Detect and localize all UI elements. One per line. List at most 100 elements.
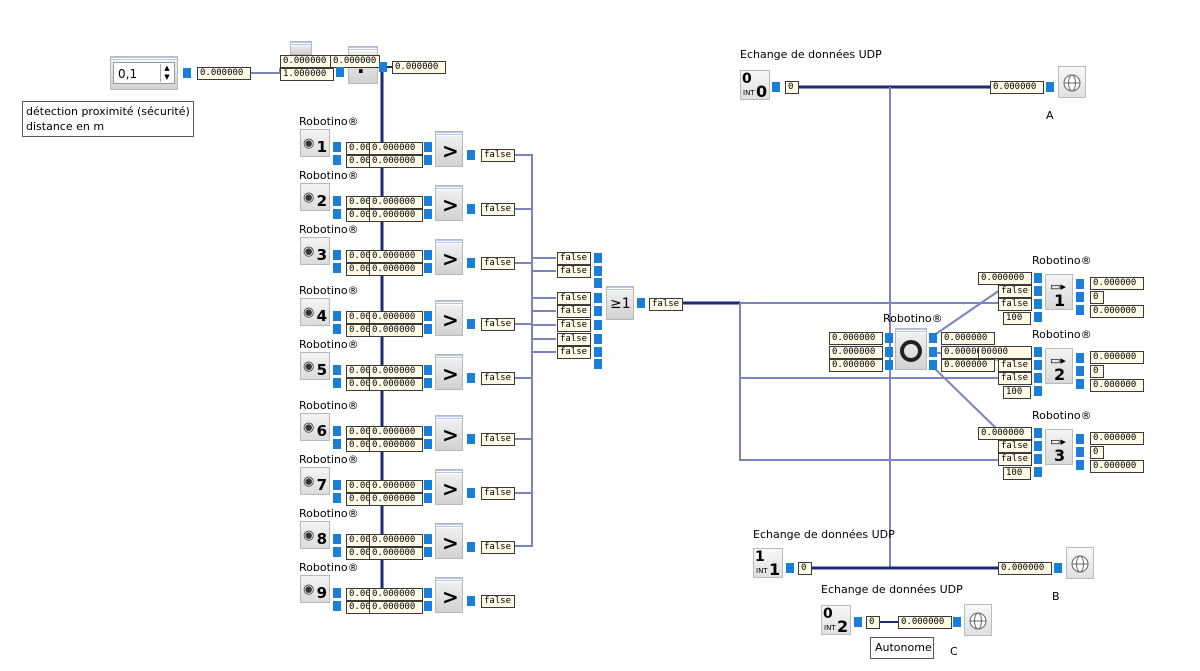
port <box>424 480 432 490</box>
compare-op: > <box>442 362 459 386</box>
block-header <box>436 301 462 305</box>
udp-top-label: A <box>1046 109 1054 122</box>
sensor-a-short: 0.00 <box>346 142 370 155</box>
motor-label: Robotino® <box>1032 409 1092 422</box>
sensor-b-value: 0.000000 <box>369 209 423 222</box>
port <box>467 373 475 383</box>
sensor-a-short: 0.00 <box>346 250 370 263</box>
port <box>594 278 602 288</box>
udp-mid-value: 0 <box>798 562 812 575</box>
compare-block: > <box>435 469 463 505</box>
compare-op: > <box>442 193 459 217</box>
note-box: détection proximité (sécurité) distance … <box>22 101 194 137</box>
port <box>333 426 341 436</box>
sensor-label: Robotino® <box>299 169 359 182</box>
compare-op: > <box>442 423 459 447</box>
or-input-value: false <box>557 292 591 305</box>
port <box>594 293 602 303</box>
udp-bot-label: C <box>950 645 958 658</box>
sensor-a-value: 0.000000 <box>369 311 423 324</box>
port <box>336 67 344 77</box>
udp-bot-int: INT <box>824 624 836 632</box>
omni-wheel-icon <box>900 340 922 362</box>
sensor-a-short: 0.00 <box>346 588 370 601</box>
port <box>424 196 432 206</box>
sensor-a-value: 0.000000 <box>369 250 423 263</box>
port <box>333 263 341 273</box>
sensor-b-short: 0.00 <box>346 547 370 560</box>
sensor-number: 3 <box>316 246 327 264</box>
sensor-block[interactable]: ◉ 6 <box>300 413 330 441</box>
proximity-sensor-icon: ◉ <box>303 474 315 489</box>
motor-out-1: 0.000000 <box>1090 351 1144 364</box>
proximity-sensor-icon: ◉ <box>303 528 315 543</box>
port <box>1076 460 1084 470</box>
sensor-a-value: 0.000000 <box>369 588 423 601</box>
port <box>594 359 602 369</box>
or-gate-block: ≥1 <box>606 286 634 320</box>
sensor-a-short: 0.00 <box>346 426 370 439</box>
sensor-label: Robotino® <box>299 561 359 574</box>
proximity-sensor-icon: ◉ <box>303 136 315 151</box>
port <box>333 493 341 503</box>
sensor-a-value: 0.000000 <box>369 480 423 493</box>
udp-mid-icon[interactable]: 1 INT 1 <box>753 548 783 579</box>
port <box>424 142 432 152</box>
note-line-1: détection proximité (sécurité) <box>26 105 190 118</box>
sensor-b-short: 0.00 <box>346 263 370 276</box>
udp-top-icon[interactable]: 0 INT 0 <box>740 70 770 101</box>
motor-out-3: 0.000000 <box>1090 460 1144 473</box>
globe-icon[interactable] <box>964 604 992 636</box>
block-header <box>436 578 462 582</box>
motor-block[interactable]: ▭▸ 1 <box>1045 274 1073 310</box>
udp-mid-zero: 1 <box>755 549 765 565</box>
motor-block[interactable]: ▭▸ 2 <box>1045 348 1073 384</box>
compare-result: false <box>481 433 515 446</box>
udp-bot-icon[interactable]: 0 INT 2 <box>821 605 851 636</box>
globe-icon[interactable] <box>1058 66 1086 98</box>
port <box>1034 273 1042 283</box>
block-header <box>436 355 462 359</box>
sensor-a-short: 0.00 <box>346 534 370 547</box>
sensor-block[interactable]: ◉ 2 <box>300 183 330 211</box>
sensor-b-short: 0.00 <box>346 493 370 506</box>
motor-in-value: 0.000000 <box>978 427 1032 440</box>
motor-speed: 100 <box>1003 312 1031 325</box>
spin-arrows-icon[interactable]: ▲ ▼ <box>160 64 173 82</box>
motor-block[interactable]: ▭▸ 3 <box>1045 429 1073 465</box>
compare-block: > <box>435 577 463 613</box>
sensor-block[interactable]: ◉ 7 <box>300 467 330 495</box>
sensor-number: 5 <box>316 361 327 379</box>
or-input-value: false <box>557 265 591 278</box>
sensor-block[interactable]: ◉ 5 <box>300 352 330 380</box>
port <box>772 82 780 92</box>
sensor-block[interactable]: ◉ 4 <box>300 298 330 326</box>
port <box>467 434 475 444</box>
motor-speed: 100 <box>1003 467 1031 480</box>
sensor-b-short: 0.00 <box>346 155 370 168</box>
sensor-b-value: 0.000000 <box>369 439 423 452</box>
udp-bot-value: 0 <box>866 616 880 629</box>
port <box>333 324 341 334</box>
port <box>424 209 432 219</box>
compare-block: > <box>435 131 463 167</box>
sensor-block[interactable]: ◉ 3 <box>300 237 330 265</box>
port <box>594 266 602 276</box>
sensor-a-value: 0.000000 <box>369 365 423 378</box>
distance-spinbox[interactable]: 0,1 ▲ ▼ <box>113 62 175 84</box>
compare-result: false <box>481 372 515 385</box>
sensor-a-short: 0.00 <box>346 196 370 209</box>
compare-result: false <box>481 257 515 270</box>
globe-icon[interactable] <box>1066 547 1094 579</box>
sensor-block[interactable]: ◉ 8 <box>300 521 330 549</box>
sensor-a-value: 0.000000 <box>369 534 423 547</box>
compare-result: false <box>481 203 515 216</box>
sensor-block[interactable]: ◉ 1 <box>300 129 330 157</box>
port <box>424 365 432 375</box>
autonome-button[interactable]: Autonome <box>870 637 934 659</box>
sensor-block[interactable]: ◉ 9 <box>300 575 330 603</box>
motor-out-3: 0.000000 <box>1090 379 1144 392</box>
compare-result: false <box>481 487 515 500</box>
sensor-b-short: 0.00 <box>346 209 370 222</box>
udp-top-value: 0 <box>785 81 799 94</box>
